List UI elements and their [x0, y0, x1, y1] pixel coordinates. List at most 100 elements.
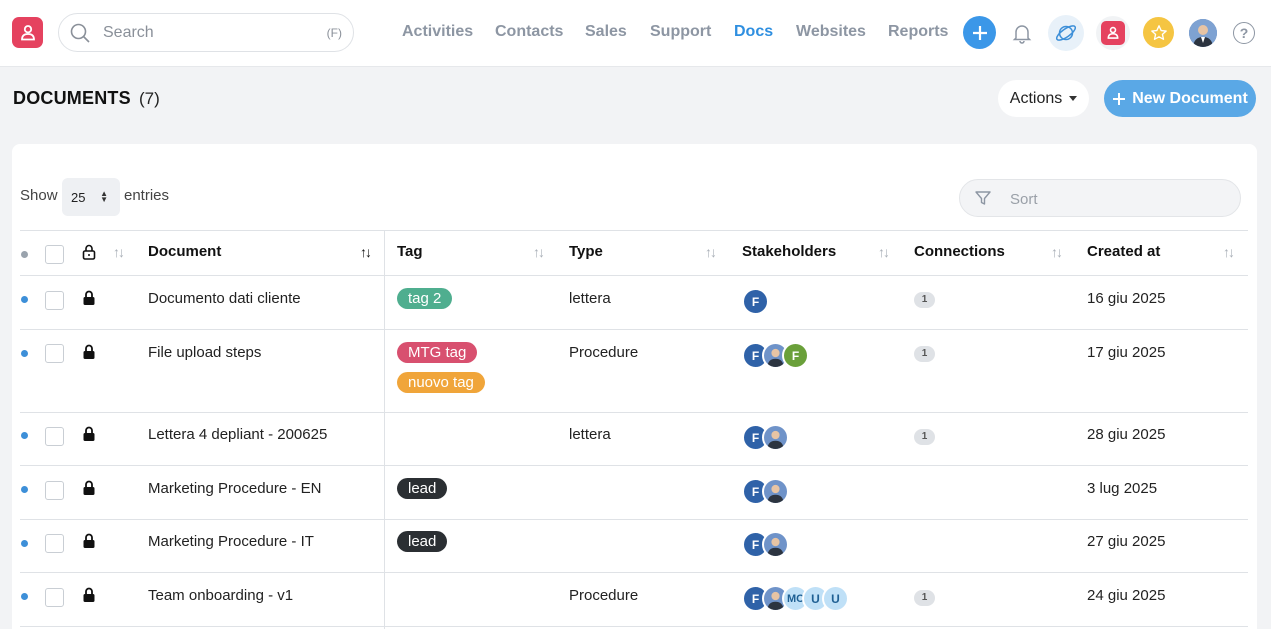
stakeholder-photo-avatar[interactable]	[762, 478, 789, 505]
row-checkbox[interactable]	[45, 481, 64, 500]
row-divider	[20, 519, 1248, 520]
lock-icon	[82, 533, 96, 554]
sort-icon-active[interactable]: ↑↓	[360, 244, 372, 260]
select-all-checkbox[interactable]	[45, 245, 64, 264]
document-type: lettera	[569, 290, 611, 307]
created-date: 16 giu 2025	[1087, 290, 1166, 307]
planet-button[interactable]	[1048, 15, 1084, 51]
connections-badge[interactable]: 1	[914, 590, 935, 606]
top-bar: (F) Activities Contacts Sales Support Do…	[0, 0, 1271, 67]
caret-down-icon	[1069, 96, 1078, 101]
row-divider	[20, 412, 1248, 413]
created-date: 3 lug 2025	[1087, 480, 1158, 497]
header-divider	[20, 275, 1248, 276]
nav-support[interactable]: Support	[650, 23, 711, 41]
row-status-dot	[21, 486, 28, 493]
sort-icon[interactable]: ↑↓	[533, 244, 545, 260]
bell-icon	[1012, 24, 1031, 44]
tag-badge[interactable]: lead	[397, 531, 448, 552]
stakeholder-avatar[interactable]: F	[742, 288, 769, 315]
sort-icon[interactable]: ↑↓	[113, 244, 125, 260]
nav-docs[interactable]: Docs	[734, 23, 773, 41]
row-status-dot	[21, 350, 28, 357]
stakeholder-photo-avatar[interactable]	[762, 531, 789, 558]
brand-logo-icon[interactable]	[12, 17, 43, 48]
row-status-dot	[21, 593, 28, 600]
star-icon	[1150, 24, 1167, 40]
row-status-dot	[21, 432, 28, 439]
column-header-stakeholders[interactable]: Stakeholders	[742, 243, 836, 260]
favorites-button[interactable]	[1143, 17, 1174, 48]
document-name[interactable]: Marketing Procedure - EN	[148, 480, 321, 497]
show-label: Show	[20, 187, 58, 204]
nav-reports[interactable]: Reports	[888, 23, 948, 41]
nav-contacts[interactable]: Contacts	[495, 23, 563, 41]
actions-dropdown[interactable]: Actions	[998, 80, 1089, 117]
row-checkbox[interactable]	[45, 291, 64, 310]
sort-icon[interactable]: ↑↓	[1223, 244, 1235, 260]
document-name[interactable]: Marketing Procedure - IT	[148, 533, 314, 550]
tag-badge[interactable]: lead	[397, 478, 448, 499]
entries-label: entries	[124, 187, 170, 204]
lock-icon	[82, 344, 96, 365]
document-name[interactable]: Team onboarding - v1	[148, 587, 293, 604]
column-header-created-at[interactable]: Created at	[1087, 243, 1160, 260]
entries-select[interactable]: 25 ▲ ▼	[62, 178, 120, 216]
nav-sales[interactable]: Sales	[585, 23, 627, 41]
created-date: 17 giu 2025	[1087, 344, 1166, 361]
row-status-dot	[21, 540, 28, 547]
column-header-tag[interactable]: Tag	[397, 243, 423, 260]
new-document-button[interactable]: New Document	[1104, 80, 1256, 117]
document-count: (7)	[139, 89, 160, 108]
row-divider	[20, 626, 1248, 627]
select-arrows-icon: ▲ ▼	[100, 189, 108, 204]
add-button[interactable]	[963, 16, 996, 49]
sort-icon[interactable]: ↑↓	[705, 244, 717, 260]
column-divider	[384, 230, 385, 629]
planet-icon	[1055, 25, 1077, 41]
lock-column-icon[interactable]	[82, 244, 96, 265]
search-icon	[70, 23, 90, 48]
actions-label: Actions	[1009, 89, 1063, 107]
tag-badge[interactable]: nuovo tag	[397, 372, 485, 393]
search-box[interactable]: (F)	[58, 13, 354, 52]
document-name[interactable]: Lettera 4 depliant - 200625	[148, 426, 327, 443]
connections-badge[interactable]: 1	[914, 429, 935, 445]
row-checkbox[interactable]	[45, 588, 64, 607]
row-status-dot	[21, 296, 28, 303]
row-checkbox[interactable]	[45, 427, 64, 446]
sort-input[interactable]	[1010, 190, 1210, 208]
user-avatar[interactable]	[1189, 19, 1217, 47]
sort-box[interactable]	[959, 179, 1241, 217]
brand-app-button[interactable]	[1096, 16, 1130, 50]
row-divider	[20, 572, 1248, 573]
connections-badge[interactable]: 1	[914, 346, 935, 362]
column-header-connections[interactable]: Connections	[914, 243, 1005, 260]
row-divider	[20, 465, 1248, 466]
lock-icon	[82, 426, 96, 447]
notifications-button[interactable]	[1005, 16, 1038, 49]
connections-badge[interactable]: 1	[914, 292, 935, 308]
stakeholder-avatar[interactable]: F	[782, 342, 809, 369]
row-checkbox[interactable]	[45, 534, 64, 553]
row-checkbox[interactable]	[45, 344, 64, 363]
search-input[interactable]	[103, 23, 303, 43]
lock-icon	[82, 587, 96, 608]
entries-value: 25	[71, 190, 86, 205]
search-shortcut-hint: (F)	[326, 26, 342, 40]
tag-badge[interactable]: MTG tag	[397, 342, 478, 363]
tag-badge[interactable]: tag 2	[397, 288, 453, 309]
document-name[interactable]: File upload steps	[148, 344, 261, 361]
nav-activities[interactable]: Activities	[402, 23, 473, 41]
column-header-type[interactable]: Type	[569, 243, 603, 260]
help-icon[interactable]: ?	[1233, 22, 1255, 44]
sort-icon[interactable]: ↑↓	[1051, 244, 1063, 260]
filter-icon	[974, 189, 992, 212]
document-name[interactable]: Documento dati cliente	[148, 290, 301, 307]
table-top-border	[20, 230, 1248, 231]
nav-websites[interactable]: Websites	[796, 23, 866, 41]
stakeholder-photo-avatar[interactable]	[762, 424, 789, 451]
stakeholder-avatar[interactable]: U	[822, 585, 849, 612]
sort-icon[interactable]: ↑↓	[878, 244, 890, 260]
column-header-document[interactable]: Document	[148, 243, 221, 260]
